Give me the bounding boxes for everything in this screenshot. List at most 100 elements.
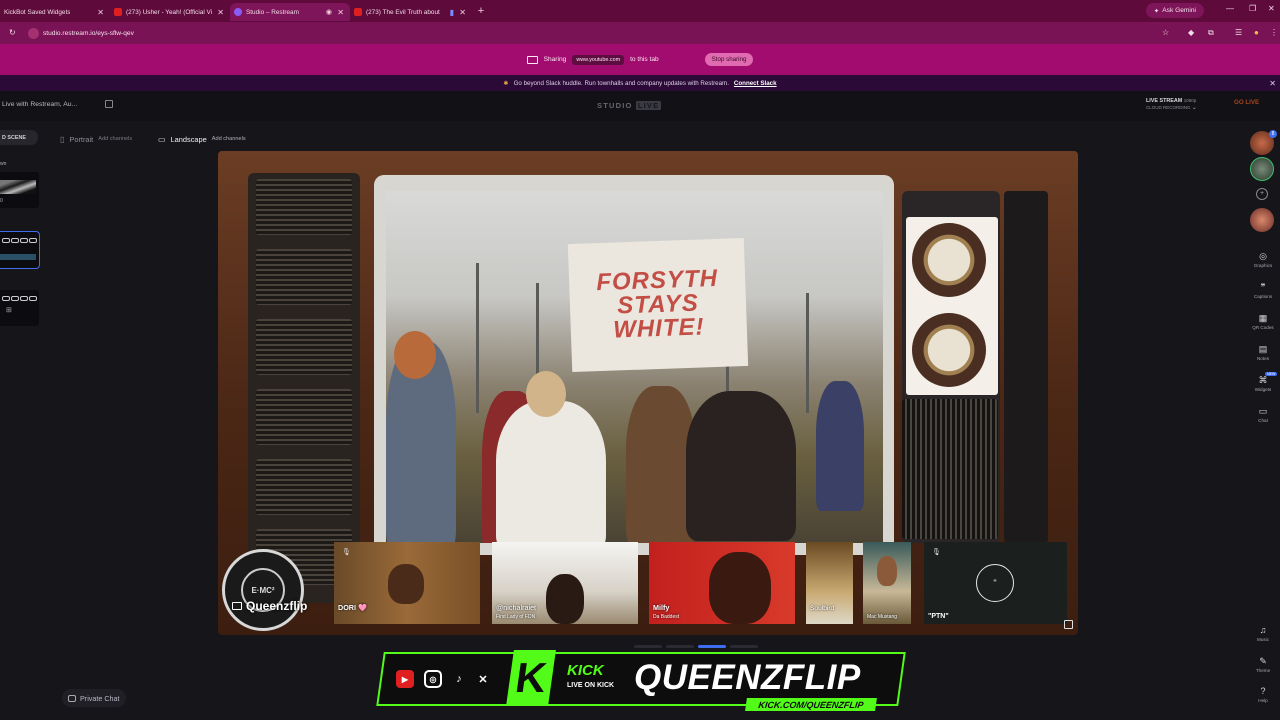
- avatar[interactable]: ●: [1254, 28, 1259, 37]
- participant-tile[interactable]: 🎙 DORI 🩷: [334, 542, 480, 624]
- avatar[interactable]: [1250, 157, 1274, 181]
- tab-usher[interactable]: (273) Usher - Yeah! (Official Vid ✕: [110, 3, 230, 21]
- studio-logo: STUDIO LIVE: [597, 101, 662, 110]
- audio-icon: ▮: [449, 7, 454, 17]
- participant-tile[interactable]: Milfy Da Baddest: [649, 542, 795, 624]
- close-icon[interactable]: ✕: [97, 8, 104, 17]
- url-field[interactable]: studio.restream.io/eys-sflw-qev: [28, 26, 134, 40]
- connect-slack-link[interactable]: Connect Slack: [734, 80, 777, 87]
- close-window-icon[interactable]: ✕: [1268, 4, 1275, 13]
- livestream-label: LIVE STREAM: [1146, 98, 1183, 104]
- rail-qr-codes[interactable]: ▦ QR Codes: [1250, 313, 1276, 330]
- grille-slot: [256, 389, 352, 445]
- host-logo-badge: E·MC²: [222, 549, 304, 631]
- project-title[interactable]: Live with Restream, Au...: [2, 101, 77, 108]
- avatar-count-badge: 8: [1269, 130, 1277, 138]
- tv-speaker: [902, 399, 998, 539]
- qr-code-icon: ▦: [1258, 313, 1268, 323]
- mic-muted-icon: 🎙: [932, 549, 941, 556]
- close-icon[interactable]: ✕: [337, 8, 344, 17]
- kick-word: KICK: [567, 662, 604, 679]
- participant-tile[interactable]: @nichalraiet First Lady of FDN: [492, 542, 638, 624]
- avatar[interactable]: [1250, 208, 1274, 232]
- participant-video: [877, 556, 897, 586]
- music-icon: ♫: [1259, 625, 1267, 635]
- new-badge: NEW: [1265, 372, 1278, 376]
- scene-thumbnail[interactable]: [0, 172, 39, 208]
- stage-canvas[interactable]: FORSYTH STAYS WHITE! E·MC² Queenzflip 🎙 …: [218, 151, 1078, 635]
- private-chat-button[interactable]: Private Chat: [62, 689, 126, 707]
- host-name: Queenzflip: [246, 599, 308, 613]
- rail-widgets[interactable]: ⌘ Widgets: [1250, 375, 1276, 392]
- participant-video: [709, 552, 771, 624]
- rail-chat[interactable]: ▭ Chat: [1250, 406, 1276, 423]
- tv-side-panel: [1004, 191, 1048, 543]
- chat-icon: ▭: [1258, 406, 1268, 416]
- record-icon: ◉: [325, 9, 332, 16]
- tab-title: KickBot Saved Widgets: [4, 8, 71, 16]
- go-live-button[interactable]: GO LIVE: [1234, 99, 1259, 106]
- tab-studio-restream[interactable]: Studio – Restream ◉ ✕: [230, 3, 350, 21]
- add-guest-icon[interactable]: +: [1256, 188, 1268, 200]
- chat-bubble-icon: [68, 694, 76, 702]
- add-scene-button[interactable]: D SCENE: [0, 130, 38, 145]
- profile-icon[interactable]: ☰: [1235, 28, 1242, 37]
- address-bar: ↻ studio.restream.io/eys-sflw-qev ☆ ◆ ⧉ …: [0, 22, 1280, 44]
- scene-preview: [0, 180, 36, 194]
- tree: [806, 293, 809, 413]
- participant-tile[interactable]: Mac Mustang: [863, 542, 911, 624]
- participant-tile[interactable]: 🎙 " "PTN": [924, 542, 1067, 624]
- rail-music[interactable]: ♫ Music: [1250, 625, 1276, 642]
- reload-icon[interactable]: ↻: [9, 28, 16, 37]
- rail-notes[interactable]: ▤ Notes: [1250, 344, 1276, 361]
- site-info-icon[interactable]: [28, 27, 39, 39]
- sharing-prefix: Sharing: [543, 56, 567, 63]
- participant-avatar: ": [976, 564, 1014, 602]
- participant-subtitle: Mac Mustang: [867, 614, 898, 620]
- rail-label: Notes: [1256, 356, 1269, 361]
- rail-theme[interactable]: ✎ Theme: [1250, 656, 1276, 673]
- close-icon[interactable]: ✕: [459, 8, 466, 17]
- bookmark-star-icon[interactable]: ☆: [1162, 28, 1169, 37]
- notes-icon: ▤: [1258, 344, 1268, 354]
- rail-graphics[interactable]: ◎ Graphics: [1250, 251, 1276, 268]
- rail-captions[interactable]: ❞ Captions: [1250, 282, 1276, 299]
- tab-evil-truth[interactable]: (273) The Evil Truth about I ▮ ✕: [350, 3, 472, 21]
- landscape-label: Landscape: [170, 134, 207, 144]
- portrait-add-channels[interactable]: Add channels: [98, 136, 132, 142]
- livestream-status[interactable]: LIVE STREAM 1080p CLOUD RECORDING ⌄: [1146, 98, 1197, 111]
- layout-landscape[interactable]: ▭ Landscape Add channels: [158, 133, 246, 145]
- stop-sharing-button[interactable]: Stop sharing: [704, 53, 754, 66]
- menu-kebab-icon[interactable]: ⋮: [1270, 28, 1278, 37]
- new-tab-button[interactable]: +: [472, 5, 490, 17]
- participant-tile[interactable]: Soulbird: [806, 542, 853, 624]
- host-name-label: Queenzflip: [232, 599, 307, 613]
- shared-video: FORSYTH STAYS WHITE!: [386, 191, 883, 543]
- fullscreen-icon[interactable]: [1064, 620, 1073, 629]
- url-text: studio.restream.io/eys-sflw-qev: [43, 29, 134, 37]
- close-icon[interactable]: ✕: [1269, 79, 1276, 88]
- minimize-icon[interactable]: —: [1226, 4, 1234, 13]
- monitor-icon: ▭: [158, 134, 166, 144]
- scene-thumbnail-selected[interactable]: [0, 231, 40, 269]
- extension-icon[interactable]: ◆: [1188, 28, 1194, 37]
- ask-gemini-button[interactable]: ✦ Ask Gemini: [1145, 3, 1204, 18]
- tiktok-icon: ♪: [456, 673, 462, 685]
- kick-sub: LIVE ON KICK: [567, 682, 615, 689]
- browser-tab-bar: KickBot Saved Widgets ✕ (273) Usher - Ye…: [0, 0, 1280, 22]
- calendar-icon[interactable]: [105, 100, 113, 108]
- cloud-recording-label: CLOUD RECORDING: [1146, 104, 1191, 110]
- sign-line: WHITE!: [612, 313, 705, 344]
- widgets-icon: ⌘: [1258, 375, 1268, 385]
- tab-kickbot[interactable]: KickBot Saved Widgets ✕: [0, 3, 110, 21]
- close-icon[interactable]: ✕: [217, 8, 224, 17]
- scene-thumbnail[interactable]: ⊞: [0, 290, 39, 326]
- person: [816, 381, 864, 511]
- slack-icon: ✱: [503, 79, 509, 87]
- puzzle-icon[interactable]: ⧉: [1208, 28, 1214, 38]
- layout-portrait[interactable]: ▯ Portrait Add channels: [60, 133, 132, 145]
- restore-icon[interactable]: ❐: [1249, 4, 1256, 13]
- banner-text: Go beyond Slack huddle. Run townhalls an…: [513, 79, 729, 87]
- rail-help[interactable]: ? Help: [1250, 686, 1276, 703]
- landscape-add-channels[interactable]: Add channels: [212, 136, 246, 142]
